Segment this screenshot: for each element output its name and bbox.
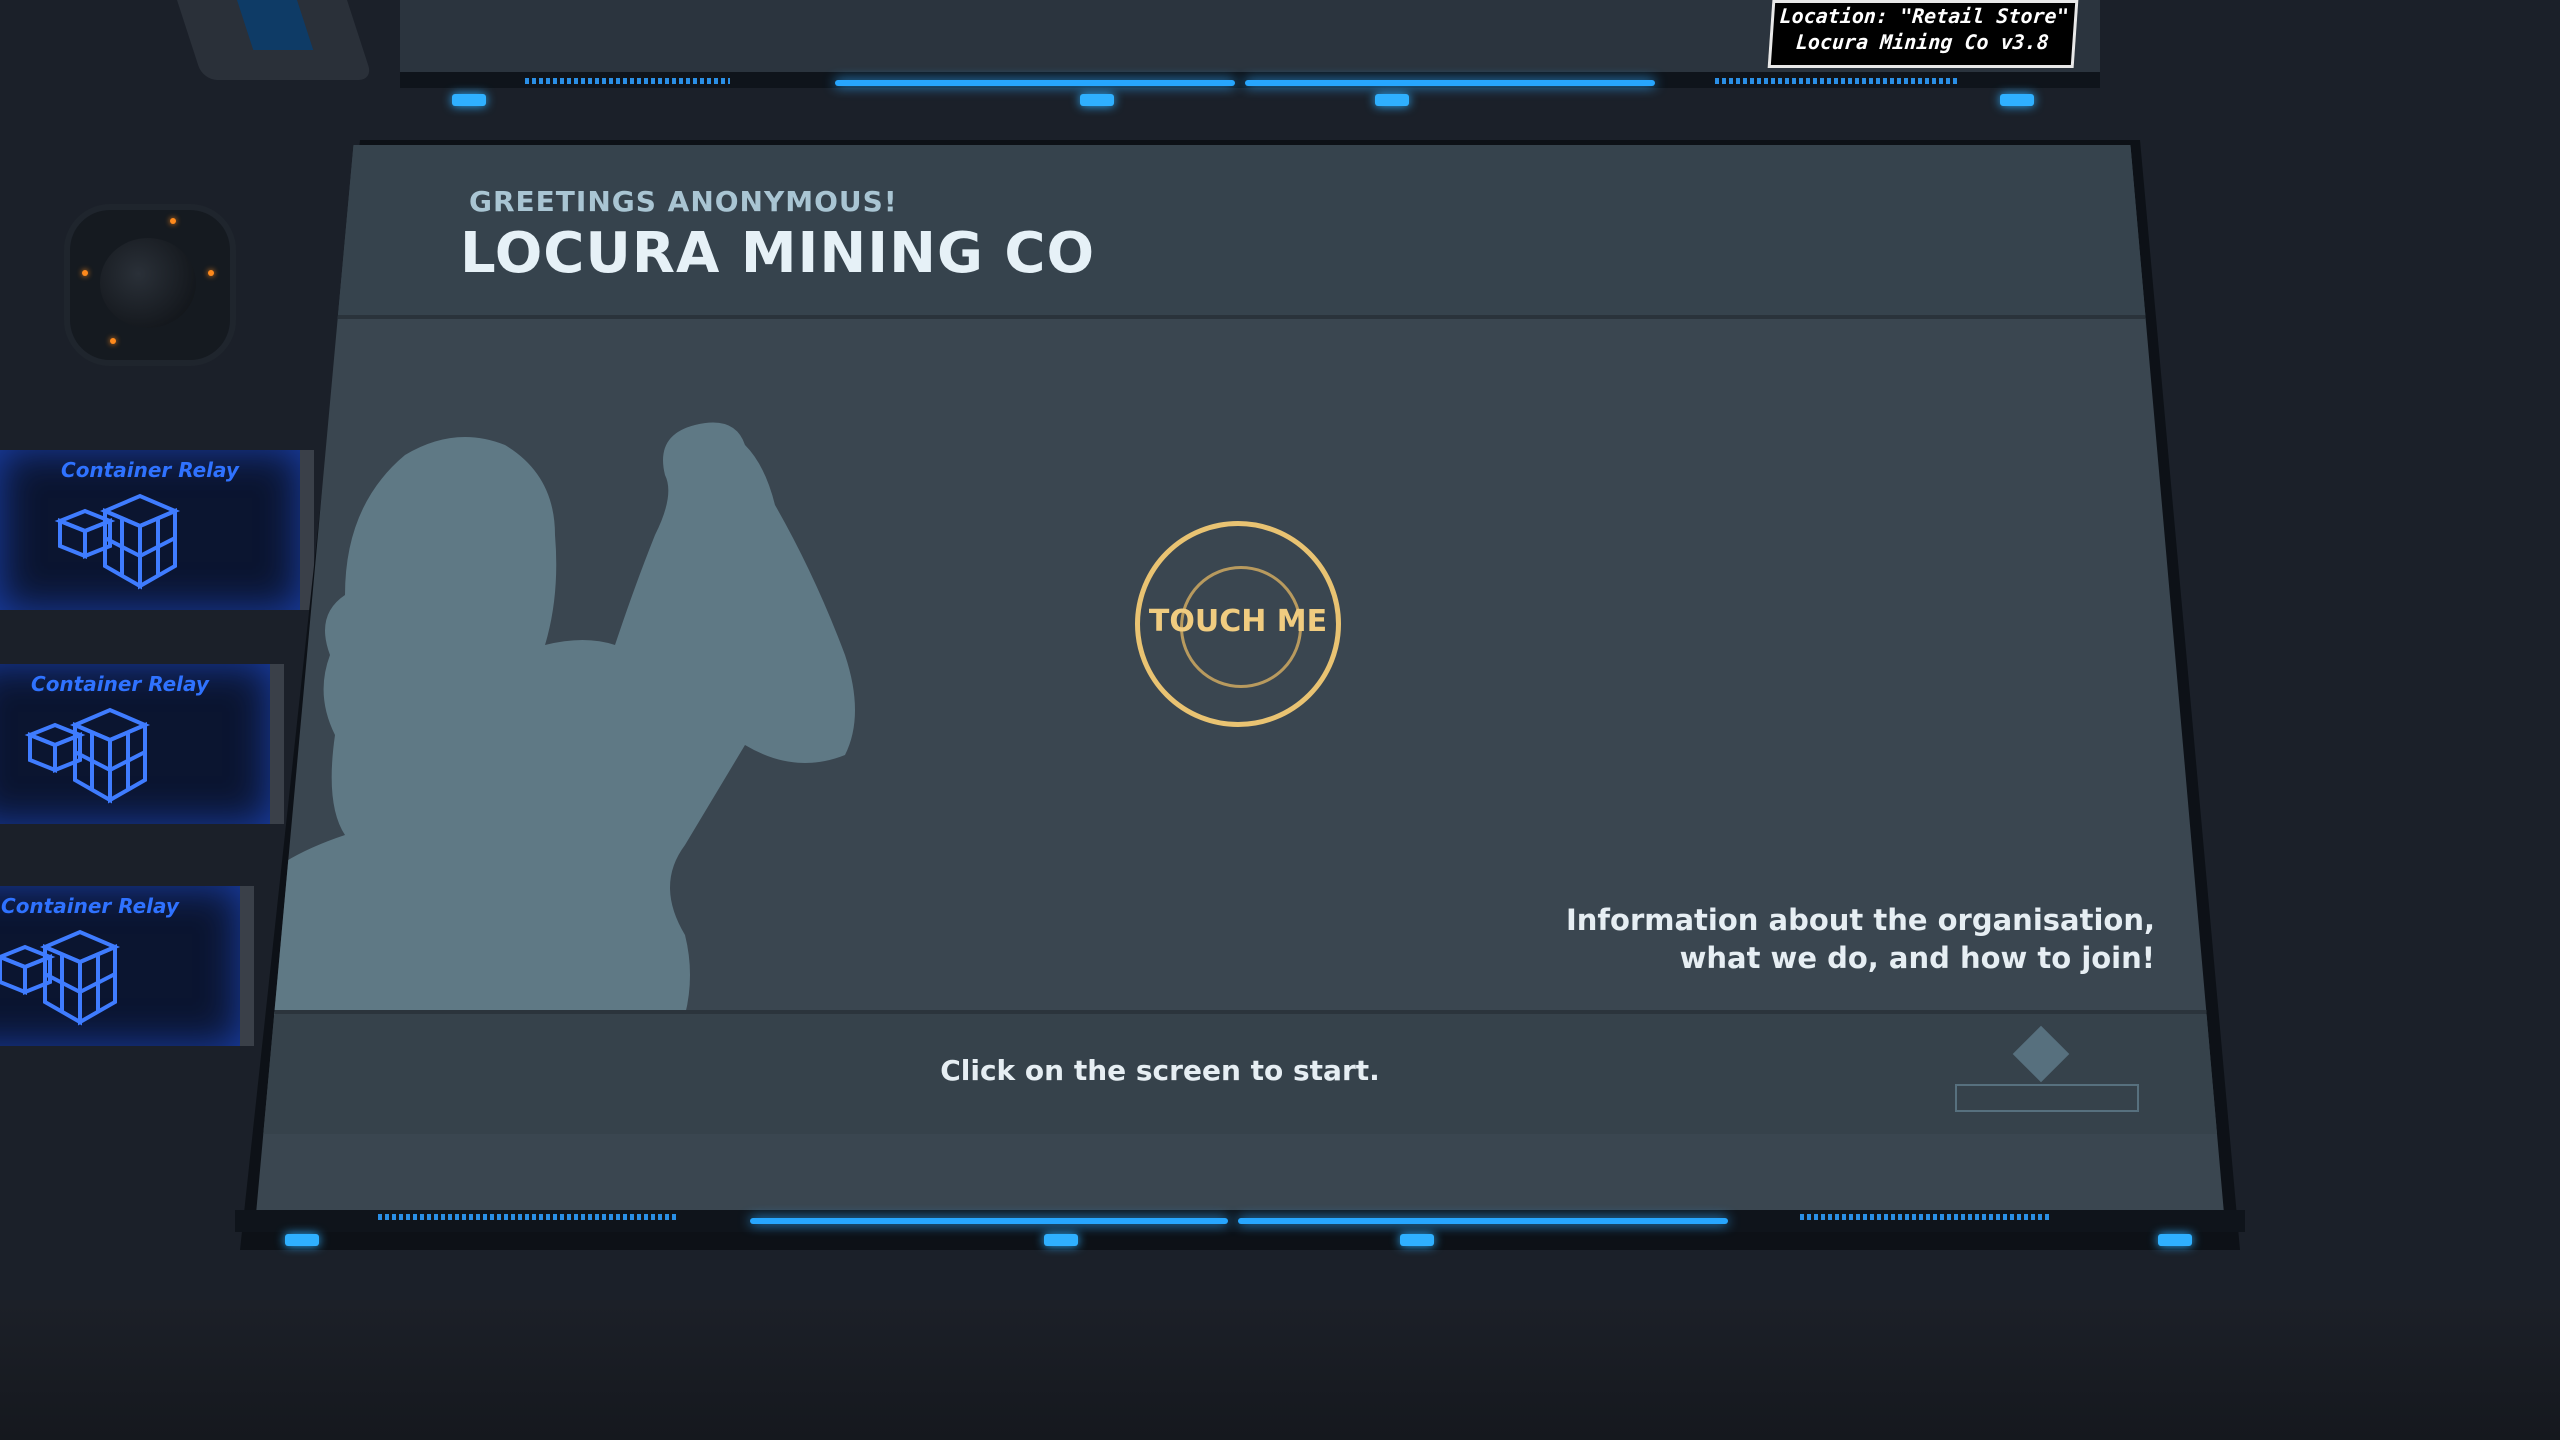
rail-tab [2000,94,2034,106]
rail-tab [1080,94,1114,106]
rail-light [1715,78,1960,84]
location-version: Locura Mining Co v3.8 [1795,30,2050,54]
floor [0,1300,2560,1440]
location-label: Location: "Retail Store" Locura Mining C… [1767,0,2079,68]
greeting-text: GREETINGS ANONYMOUS! [469,185,898,218]
rail-light [750,1218,1228,1224]
container-relay-panel[interactable]: Container Relay [0,450,314,610]
rail-light [1245,80,1655,86]
touch-me-button[interactable]: TOUCH ME [1135,521,1341,727]
container-relay-panel[interactable]: Container Relay [0,664,284,824]
location-line: Location: "Retail Store" [1778,4,2070,28]
rail-light [1238,1218,1728,1224]
sensor-device [70,210,230,360]
cube-icon [24,707,151,804]
page-title: LOCURA MINING CO [460,221,1096,286]
rail-light [835,80,1235,86]
cube-icon [54,493,181,590]
relay-title: Container Relay [1,894,179,918]
flexing-figure-icon [255,422,855,1015]
rail-tab [285,1234,319,1246]
screen-header: GREETINGS ANONYMOUS! LOCURA MINING CO [255,145,2225,319]
relay-title: Container Relay [61,458,239,482]
touch-me-label: TOUCH ME [1148,604,1328,639]
info-line: what we do, and how to join! [1679,941,2155,975]
company-logo [1955,1025,2145,1114]
rail-tab [2158,1234,2192,1246]
rail-tab [1044,1234,1078,1246]
info-text: Information about the organisation, what… [1535,901,2155,977]
start-instruction: Click on the screen to start. [940,1054,1380,1087]
rail-light [378,1214,678,1220]
rail-light [525,78,730,84]
container-relay-panel[interactable]: Container Relay [0,886,254,1046]
relay-title: Container Relay [31,672,209,696]
main-screen[interactable]: GREETINGS ANONYMOUS! LOCURA MINING CO TO… [255,145,2225,1225]
rail-tab [452,94,486,106]
rail-tab [1400,1234,1434,1246]
info-line: Information about the organisation, [1565,903,2155,937]
cube-icon [0,929,121,1026]
rail-light [1800,1214,2050,1220]
screen-footer: Click on the screen to start. [255,1010,2225,1134]
wall-device [177,0,373,80]
rail-tab [1375,94,1409,106]
